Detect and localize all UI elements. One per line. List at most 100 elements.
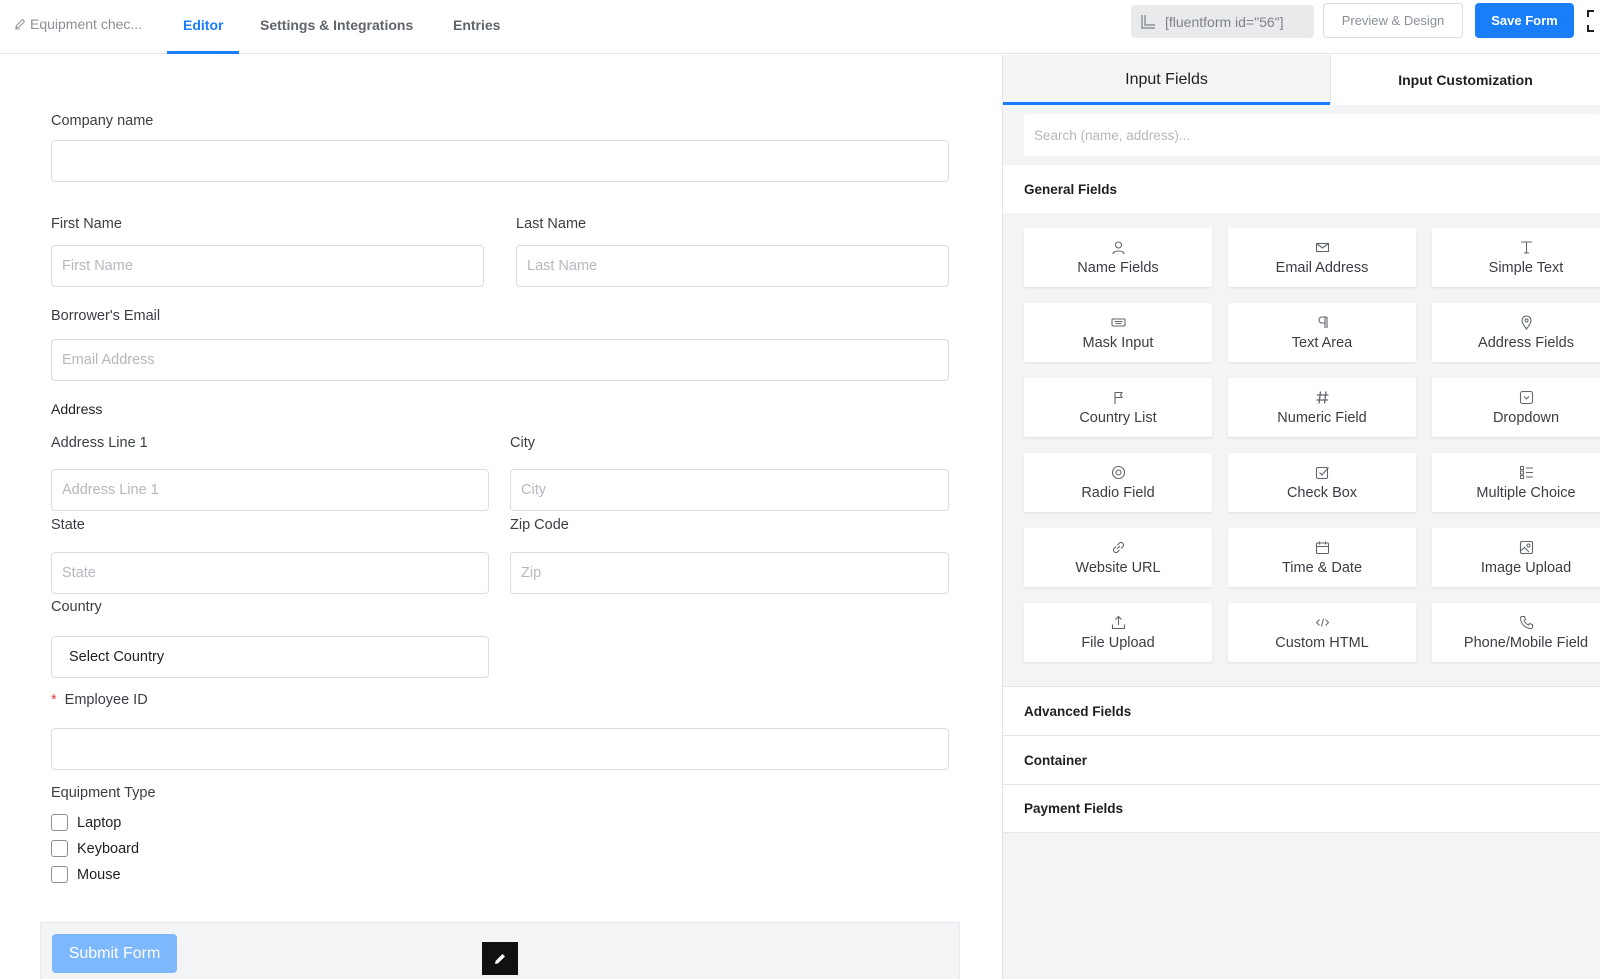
- preview-design-button[interactable]: Preview & Design: [1323, 3, 1463, 38]
- checkbox[interactable]: [51, 866, 68, 883]
- zip-code-label: Zip Code: [510, 517, 569, 533]
- text-cursor-icon: [1520, 240, 1532, 254]
- tab-input-fields[interactable]: Input Fields: [1003, 55, 1330, 105]
- company-name-label: Company name: [51, 113, 154, 129]
- field-time-date[interactable]: Time & Date: [1228, 528, 1416, 587]
- user-icon: [1111, 240, 1125, 254]
- equipment-option-laptop[interactable]: Laptop: [51, 814, 121, 831]
- field-label: Website URL: [1075, 559, 1161, 576]
- code-icon: [1315, 617, 1329, 627]
- link-icon: [1112, 541, 1124, 553]
- equipment-type-label: Equipment Type: [51, 785, 156, 801]
- field-custom-html[interactable]: Custom HTML: [1228, 603, 1416, 662]
- calendar-icon: [1315, 541, 1329, 554]
- field-website-url[interactable]: Website URL: [1024, 528, 1212, 587]
- field-simple-text[interactable]: Simple Text: [1432, 228, 1600, 287]
- equipment-option-keyboard[interactable]: Keyboard: [51, 840, 139, 857]
- field-email-address[interactable]: Email Address: [1228, 228, 1416, 287]
- hash-icon: [1316, 390, 1328, 404]
- field-label: Mask Input: [1082, 334, 1154, 351]
- tab-entries[interactable]: Entries: [453, 17, 500, 33]
- tab-input-customization[interactable]: Input Customization: [1330, 55, 1600, 105]
- checkbox[interactable]: [51, 840, 68, 857]
- option-label: Laptop: [77, 814, 122, 831]
- field-file-upload[interactable]: File Upload: [1024, 603, 1212, 662]
- country-select[interactable]: Select Country: [51, 636, 489, 678]
- field-label: Multiple Choice: [1476, 484, 1576, 501]
- edit-submit-handle[interactable]: [482, 942, 518, 975]
- container-heading[interactable]: Container: [1003, 735, 1600, 784]
- field-label: Image Upload: [1480, 559, 1572, 576]
- city-input[interactable]: City: [510, 469, 949, 511]
- breadcrumb[interactable]: Equipment chec...: [14, 16, 142, 32]
- field-label: Address Fields: [1478, 334, 1574, 351]
- field-sidebar: Input Fields Input Customization Search …: [1003, 55, 1600, 979]
- employee-id-label-text: Employee ID: [64, 692, 148, 708]
- shortcode-copy[interactable]: [fluentform id="56"]: [1131, 5, 1314, 38]
- top-bar: Equipment chec... Editor Settings & Inte…: [0, 0, 1600, 54]
- required-mark: *: [51, 692, 57, 708]
- save-form-button[interactable]: Save Form: [1475, 3, 1574, 38]
- field-country-list[interactable]: Country List: [1024, 378, 1212, 437]
- zip-input[interactable]: Zip: [510, 552, 949, 594]
- fullscreen-icon[interactable]: [1584, 8, 1600, 34]
- general-fields-grid: Name Fields Email Address Simple Text Ma…: [1003, 214, 1600, 686]
- checkbox[interactable]: [51, 814, 68, 831]
- upload-icon: [1111, 615, 1125, 629]
- phone-icon: [1519, 615, 1533, 629]
- payment-fields-heading[interactable]: Payment Fields: [1003, 784, 1600, 833]
- address-line1-label: Address Line 1: [51, 435, 148, 451]
- checkbox-icon: [1315, 466, 1329, 479]
- field-label: File Upload: [1081, 634, 1155, 651]
- email-input[interactable]: Email Address: [51, 339, 949, 381]
- active-tab-indicator: [167, 51, 239, 54]
- employee-id-input[interactable]: [51, 728, 949, 770]
- field-address-fields[interactable]: Address Fields: [1432, 303, 1600, 362]
- field-label: Text Area: [1291, 334, 1353, 351]
- submit-button-zone: Submit Form: [40, 922, 960, 979]
- keyboard-icon: [1110, 317, 1126, 327]
- field-numeric-field[interactable]: Numeric Field: [1228, 378, 1416, 437]
- field-label: Name Fields: [1077, 259, 1159, 276]
- option-label: Mouse: [77, 866, 121, 883]
- field-image-upload[interactable]: Image Upload: [1432, 528, 1600, 587]
- field-label: Phone/Mobile Field: [1463, 634, 1589, 651]
- field-name-fields[interactable]: Name Fields: [1024, 228, 1212, 287]
- radio-icon: [1111, 465, 1125, 479]
- field-label: Custom HTML: [1275, 634, 1369, 651]
- pencil-icon: [495, 953, 505, 964]
- form-name: Equipment chec...: [30, 16, 143, 32]
- pencil-icon: [15, 18, 26, 30]
- field-text-area[interactable]: Text Area: [1228, 303, 1416, 362]
- state-input[interactable]: State: [51, 552, 489, 594]
- field-label: Numeric Field: [1277, 409, 1367, 426]
- company-name-input[interactable]: [51, 140, 949, 182]
- field-multiple-choice[interactable]: Multiple Choice: [1432, 453, 1600, 512]
- first-name-input[interactable]: First Name: [51, 245, 484, 287]
- submit-form-button[interactable]: Submit Form: [52, 934, 177, 973]
- field-dropdown[interactable]: Dropdown: [1432, 378, 1600, 437]
- equipment-option-mouse[interactable]: Mouse: [51, 866, 121, 883]
- state-label: State: [51, 517, 85, 533]
- last-name-label: Last Name: [516, 216, 587, 232]
- field-phone-mobile[interactable]: Phone/Mobile Field: [1432, 603, 1600, 662]
- field-label: Dropdown: [1492, 409, 1560, 426]
- field-mask-input[interactable]: Mask Input: [1024, 303, 1212, 362]
- advanced-fields-heading[interactable]: Advanced Fields: [1003, 686, 1600, 735]
- field-label: Simple Text: [1488, 259, 1564, 276]
- field-check-box[interactable]: Check Box: [1228, 453, 1416, 512]
- field-search-input[interactable]: Search (name, address)...: [1024, 114, 1600, 156]
- first-name-label: First Name: [51, 216, 122, 232]
- dropdown-icon: [1519, 390, 1533, 404]
- field-radio-field[interactable]: Radio Field: [1024, 453, 1212, 512]
- city-label: City: [510, 435, 535, 451]
- general-fields-heading[interactable]: General Fields: [1003, 165, 1600, 213]
- tab-editor[interactable]: Editor: [183, 17, 223, 33]
- paragraph-icon: [1318, 315, 1328, 328]
- active-sidebar-tab-indicator: [1003, 102, 1330, 105]
- tab-settings-integrations[interactable]: Settings & Integrations: [260, 17, 413, 33]
- image-icon: [1519, 540, 1533, 554]
- last-name-input[interactable]: Last Name: [516, 245, 949, 287]
- field-label: Time & Date: [1281, 559, 1363, 576]
- address-line1-input[interactable]: Address Line 1: [51, 469, 489, 511]
